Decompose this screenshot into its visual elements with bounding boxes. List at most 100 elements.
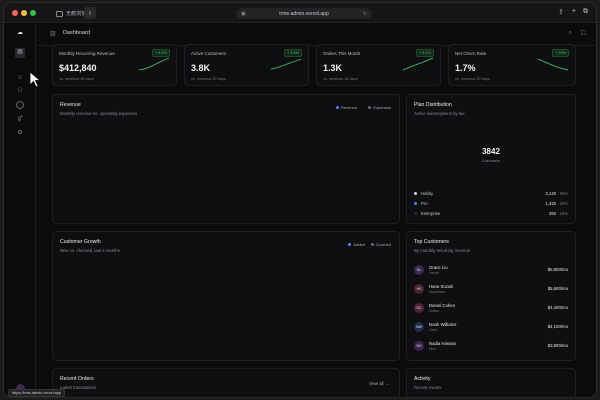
sidebar-toggle-icon[interactable]: ▥ xyxy=(50,30,56,37)
sidebar-item-users-icon[interactable]: ☺ xyxy=(16,74,24,82)
revenue-subtitle: Monthly revenue vs. operating expenses xyxy=(60,111,138,116)
kpi-card-mrr: Monthly Recurring Revenue + 6.2% $412,84… xyxy=(52,44,177,86)
kpi-label: Orders This Month xyxy=(323,51,361,56)
kpi-sparkline xyxy=(537,58,569,71)
top-bar: ▥ Dashboard ⌕ ☐ xyxy=(36,24,596,46)
top-customers-subtitle: By monthly recurring revenue xyxy=(414,248,471,253)
minimize-window-button[interactable] xyxy=(21,10,27,16)
back-button[interactable]: ‹ xyxy=(84,7,96,19)
plan-dot-icon xyxy=(414,212,417,215)
legend-dot-icon xyxy=(368,106,372,109)
recent-orders-title: Recent Orders xyxy=(60,376,94,382)
customer-mrr: $5,600/mo xyxy=(547,286,568,291)
plan-name: Enterprise xyxy=(421,211,441,216)
customer-name: Noah Williams xyxy=(429,322,457,327)
customer-row[interactable]: HS Hana Suzuki Supabase $5,600/mo xyxy=(414,282,568,298)
kpi-delta-badge: + 3.4% xyxy=(284,49,302,57)
kpi-value: 3.8K xyxy=(191,63,211,73)
sidebar-item-help-icon[interactable]: ⚙ xyxy=(16,129,24,137)
address-bar[interactable]: ▣ trms-admin.vercel.app ↻ xyxy=(236,8,372,19)
plan-row-pro: Pro 1,320 34% xyxy=(414,200,568,208)
new-tab-icon[interactable]: + xyxy=(572,8,576,15)
search-icon[interactable]: ⌕ xyxy=(569,30,572,37)
customer-row[interactable]: GL Grace Liu Vercel $6,800/mo xyxy=(414,263,568,279)
kpi-card-orders: Orders This Month + 5.1% 1.3K vs. previo… xyxy=(316,44,441,86)
top-customers-card: Top Customers By monthly recurring reven… xyxy=(406,231,576,361)
customer-row[interactable]: NW Noah Williams Clerk $4,100/mo xyxy=(414,320,568,336)
legend-revenue: Revenue xyxy=(335,105,357,110)
kpi-value: $412,840 xyxy=(59,63,97,73)
customer-growth-card: Customer Growth New vs. churned, last 6 … xyxy=(52,231,400,361)
sidebar-item-dashboard-icon[interactable]: ▦ xyxy=(15,48,25,58)
customer-company: Mux xyxy=(429,347,436,351)
plan-name: Pro xyxy=(421,201,428,206)
customer-company: Clerk xyxy=(429,328,438,332)
customer-mrr: $4,400/mo xyxy=(547,305,568,310)
kpi-sparkline xyxy=(138,57,170,71)
customer-row[interactable]: DC Daniel Cohen Notion $4,400/mo xyxy=(414,301,568,317)
plan-row-hobby: Hobby 2,140 56% xyxy=(414,190,568,198)
customer-mrr: $3,900/mo xyxy=(547,343,568,348)
revenue-title: Revenue xyxy=(60,102,81,108)
avatar: HS xyxy=(414,284,424,294)
customer-row[interactable]: NH Nadia Hassan Mux $3,900/mo xyxy=(414,339,568,355)
close-window-button[interactable] xyxy=(12,10,18,16)
share-icon[interactable]: ⇪ xyxy=(558,8,564,16)
sidebar-item-settings-icon[interactable] xyxy=(16,101,24,109)
plan-total-label: Customers xyxy=(481,159,501,163)
legend-dot-icon xyxy=(335,106,339,109)
activity-title: Activity xyxy=(414,376,431,382)
kpi-value: 1.3K xyxy=(323,63,343,73)
kpi-label: Net Churn Rate xyxy=(455,51,487,56)
url-text: trms-admin.vercel.app xyxy=(279,10,329,17)
kpi-card-churn: Net Churn Rate + 20% 1.7% vs. previous 3… xyxy=(448,44,576,86)
kpi-subtext: vs. previous 30 days xyxy=(191,77,226,81)
plan-count: 382 xyxy=(549,211,556,216)
tab-overview-icon[interactable]: ⧉ xyxy=(583,8,588,16)
legend-churned: Churned xyxy=(370,242,391,247)
browser-toolbar: 无痕浏览 ‹ ▣ trms-admin.vercel.app ↻ ⇪ + ⧉ xyxy=(4,3,596,23)
kpi-sparkline xyxy=(402,57,434,71)
kpi-delta-badge: + 5.1% xyxy=(416,49,434,57)
avatar: NH xyxy=(414,341,424,351)
top-customers-title: Top Customers xyxy=(414,239,449,245)
legend-label: Added xyxy=(353,242,365,247)
plan-subtitle: Active subscriptions by tier xyxy=(414,111,465,116)
mouse-cursor-icon xyxy=(29,71,41,88)
legend-label: Expenses xyxy=(373,105,391,110)
customer-name: Nadia Hassan xyxy=(429,341,456,346)
growth-subtitle: New vs. churned, last 6 months xyxy=(60,248,120,253)
sidebar-item-orders-icon[interactable]: ⚥ xyxy=(16,116,24,124)
customer-name: Grace Liu xyxy=(429,265,448,270)
recent-orders-card: Recent Orders Latest transactions View a… xyxy=(52,368,400,397)
customer-company: Notion xyxy=(429,309,440,313)
page-settings-icon: ▣ xyxy=(241,10,246,17)
admin-app: ☁ ▦ ☺ ⚇ ⚥ ⚙ ▥ Dashboard ⌕ ☐ Monthly Recu… xyxy=(4,24,596,397)
view-all-link[interactable]: View all → xyxy=(369,381,389,386)
kpi-card-active-customers: Active Customers + 3.4% 3.8K vs. previou… xyxy=(184,44,309,86)
sidebar-item-analytics-icon[interactable]: ⚇ xyxy=(16,87,24,95)
plan-distribution-card: Plan Distribution Active subscriptions b… xyxy=(406,94,576,224)
kpi-subtext: vs. previous 30 days xyxy=(323,77,358,81)
kpi-value: 1.7% xyxy=(455,63,476,73)
plan-row-enterprise: Enterprise 382 10% xyxy=(414,210,568,218)
customer-company: Supabase xyxy=(429,290,446,294)
avatar: NW xyxy=(414,322,424,332)
plan-percent: 10% xyxy=(559,211,568,216)
reload-icon[interactable]: ↻ xyxy=(363,11,367,17)
activity-subtitle: Recent events xyxy=(414,385,442,390)
private-tab[interactable]: 无痕浏览 xyxy=(56,8,86,19)
kpi-subtext: vs. previous 30 days xyxy=(59,77,94,81)
notifications-icon[interactable]: ☐ xyxy=(581,30,586,37)
customer-mrr: $4,100/mo xyxy=(547,324,568,329)
customer-mrr: $6,800/mo xyxy=(547,267,568,272)
activity-card: Activity Recent events xyxy=(406,368,576,397)
legend-added: Added xyxy=(348,242,365,247)
sidebar-toggle-icon xyxy=(56,10,63,17)
customer-name: Hana Suzuki xyxy=(429,284,454,289)
plan-percent: 34% xyxy=(559,201,568,206)
logo-icon: ☁ xyxy=(17,30,23,36)
maximize-window-button[interactable] xyxy=(30,10,36,16)
plan-dot-icon xyxy=(414,192,417,195)
page-title: Dashboard xyxy=(63,30,90,36)
